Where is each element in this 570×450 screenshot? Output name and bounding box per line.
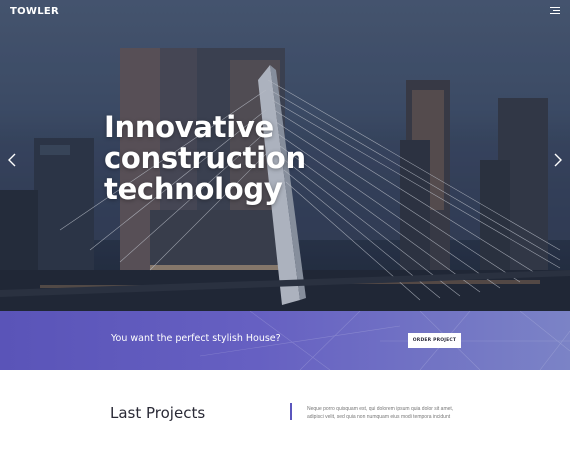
top-navbar: TOWLER: [0, 0, 570, 24]
hero-title: Innovative construction technology: [104, 112, 364, 205]
cta-background-pattern: [199, 311, 570, 370]
logo[interactable]: TOWLER: [10, 6, 59, 17]
section-description: Neque porro quisquam est, qui dolorem ip…: [307, 405, 457, 421]
cta-text: You want the perfect stylish House?: [111, 333, 281, 344]
chevron-left-icon[interactable]: [5, 150, 19, 170]
hero-title-line: technology: [104, 172, 283, 206]
section-title: Last Projects: [110, 404, 206, 422]
cta-banner: You want the perfect stylish House?: [0, 311, 570, 370]
chevron-right-icon[interactable]: [551, 150, 565, 170]
hamburger-icon[interactable]: [550, 7, 560, 16]
hero-title-line: Innovative: [104, 110, 274, 144]
hero-slider: TOWLER Innovative construction technolog…: [0, 0, 570, 311]
divider: [290, 403, 292, 420]
hero-title-line: construction: [104, 141, 306, 175]
description-line: Neque porro quisquam est, qui dolorem ip…: [307, 406, 454, 412]
order-project-button[interactable]: ORDER PROJECT: [408, 333, 461, 348]
description-line: adipisci velit, sed quia non numquam eiu…: [307, 414, 451, 420]
